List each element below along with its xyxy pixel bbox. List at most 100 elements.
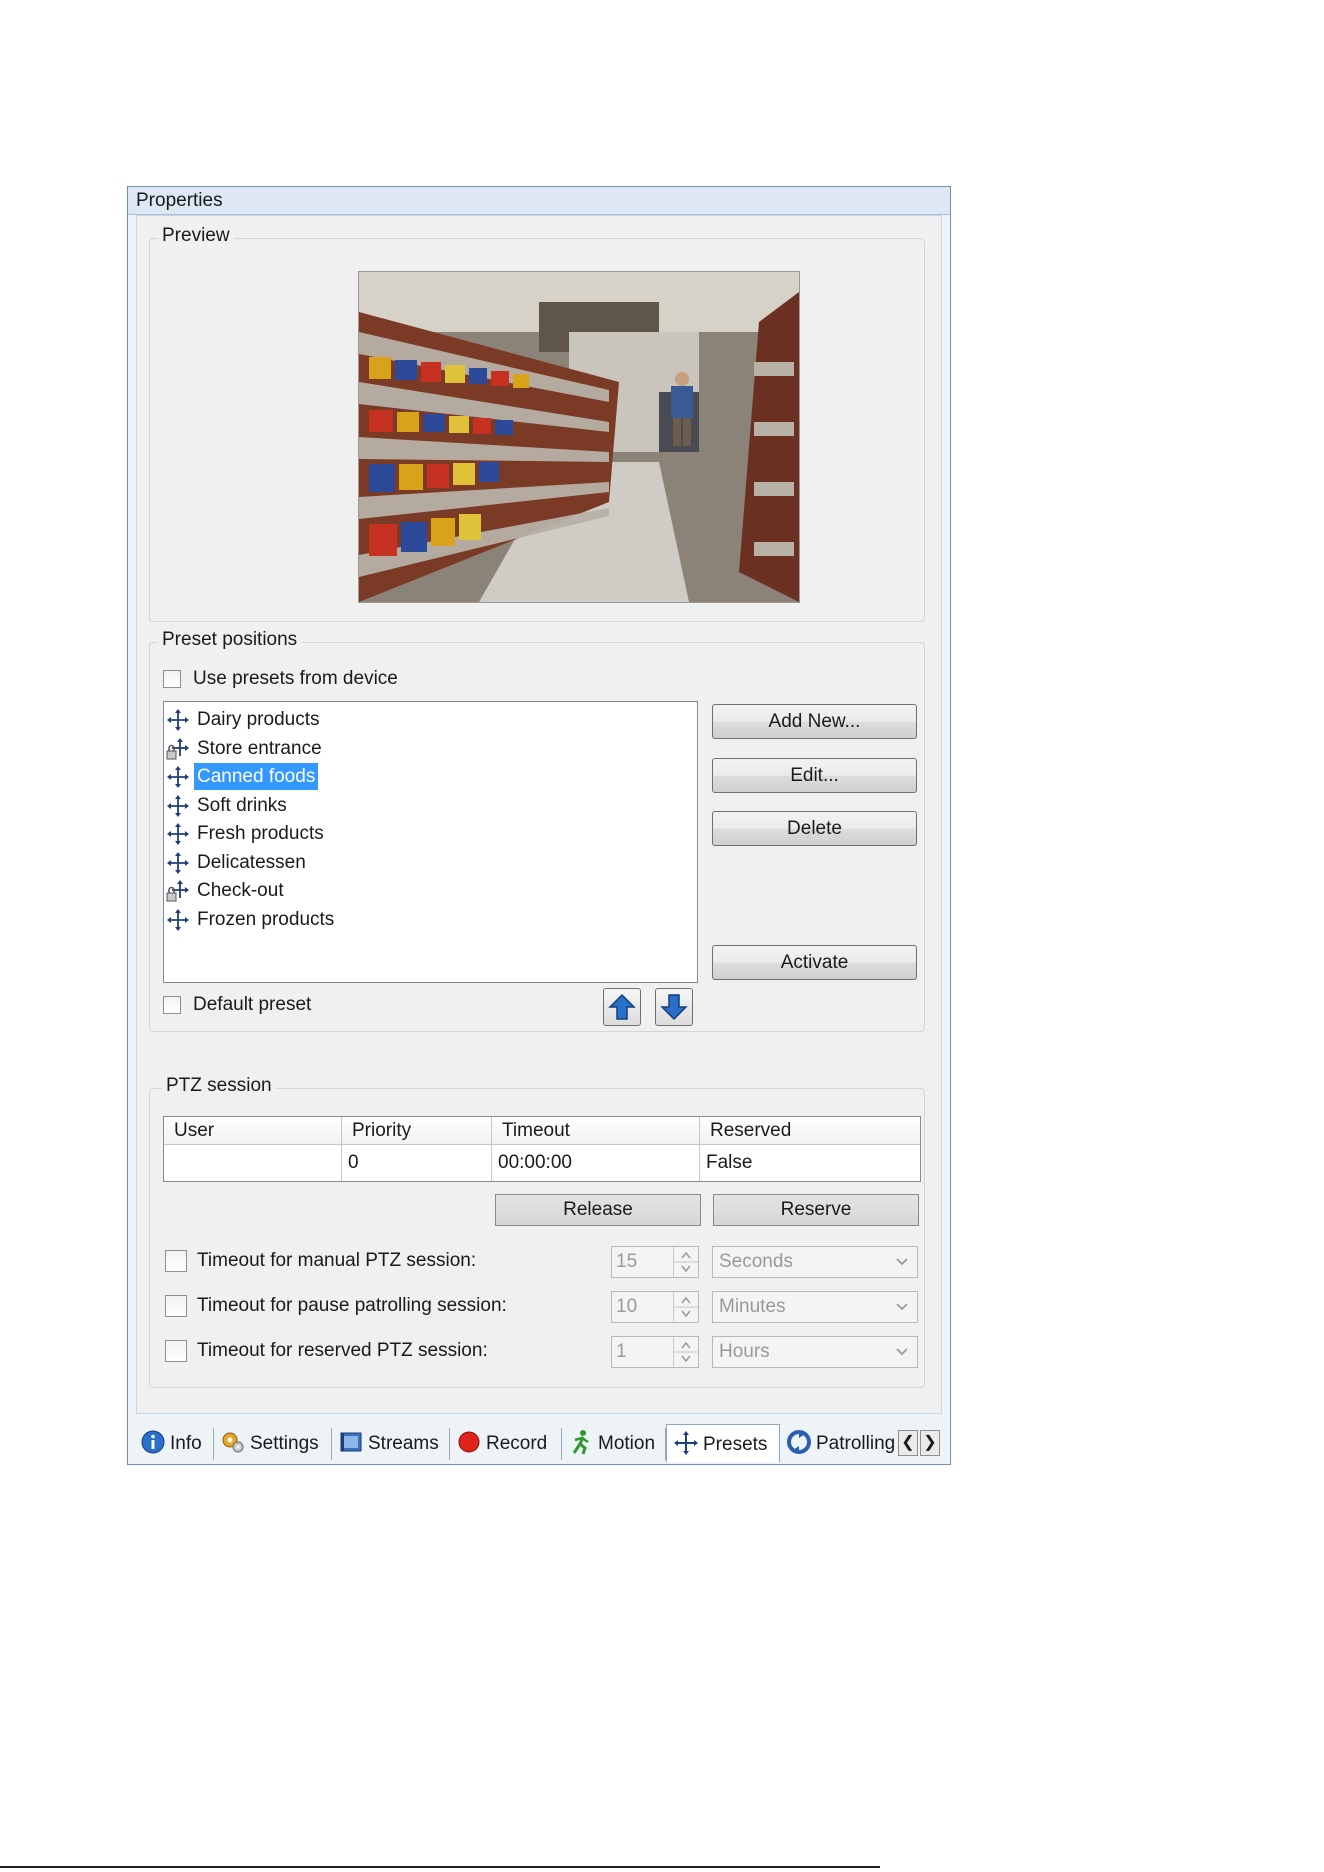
release-label: Release [563, 1199, 633, 1220]
tab-info[interactable]: Info [134, 1428, 214, 1460]
camera-preview-image [358, 271, 800, 603]
chevron-down-icon [896, 1348, 908, 1356]
default-preset-label: Default preset [193, 994, 312, 1015]
reserved-timeout-checkbox[interactable] [165, 1340, 187, 1362]
ptz-move-icon [166, 794, 190, 818]
tab-presets[interactable]: Presets [666, 1424, 780, 1462]
preset-list-item[interactable]: Fresh products [166, 820, 686, 847]
delete-button[interactable]: Delete [712, 811, 917, 846]
info-icon [140, 1429, 166, 1455]
preset-list-item-label: Delicatessen [197, 851, 306, 873]
page-bottom-rule [0, 1866, 880, 1868]
tab-patrolling-label: Patrolling [816, 1433, 896, 1454]
tabs-scroll-right-button[interactable]: ❯ [920, 1430, 940, 1456]
column-header-timeout[interactable]: Timeout [492, 1117, 700, 1145]
tab-settings[interactable]: Settings [214, 1428, 332, 1460]
properties-tabs: Info Settings Streams Record Motion Pres… [132, 1422, 946, 1462]
preset-list-item[interactable]: Frozen products [166, 906, 686, 933]
preset-list[interactable]: Dairy products Store entrance Canned foods… [163, 701, 698, 983]
settings-icon [220, 1429, 246, 1455]
presets-icon [673, 1430, 699, 1456]
ptz-locked-icon [166, 737, 190, 761]
preset-list-item[interactable]: Store entrance [166, 735, 686, 762]
tab-info-label: Info [170, 1433, 202, 1454]
motion-icon [568, 1429, 594, 1455]
reserved-timeout-spinner[interactable]: 1 [611, 1336, 699, 1368]
edit-button[interactable]: Edit... [712, 758, 917, 793]
tab-record-label: Record [486, 1433, 548, 1454]
cell-timeout: 00:00:00 [492, 1145, 700, 1181]
activate-label: Activate [780, 952, 849, 973]
move-up-button[interactable] [603, 988, 641, 1026]
reserved-timeout-unit-select[interactable]: Hours [712, 1336, 918, 1368]
arrow-up-icon [608, 993, 636, 1020]
manual-timeout-spinner[interactable]: 15 [611, 1246, 699, 1278]
ptz-move-icon [166, 765, 190, 789]
preset-list-item-label: Soft drinks [197, 794, 287, 816]
use-presets-checkbox[interactable] [163, 670, 181, 688]
manual-timeout-unit-select[interactable]: Seconds [712, 1246, 918, 1278]
pause-timeout-unit: Minutes [719, 1296, 786, 1317]
ptz-session-grid[interactable]: User Priority Timeout Reserved 0 00:00:0… [163, 1116, 921, 1182]
tab-motion-label: Motion [598, 1433, 656, 1454]
preview-label: Preview [158, 225, 234, 247]
column-header-user[interactable]: User [164, 1117, 342, 1145]
reserved-timeout-unit: Hours [719, 1341, 770, 1362]
preset-list-item[interactable]: Delicatessen [166, 849, 686, 876]
tab-presets-label: Presets [703, 1434, 768, 1455]
use-presets-label: Use presets from device [193, 668, 398, 689]
chevron-down-icon [896, 1258, 908, 1266]
tab-patrolling[interactable]: Patrolling [780, 1428, 898, 1460]
spinner-arrows-icon[interactable] [673, 1247, 698, 1277]
ptz-move-icon [166, 908, 190, 932]
preset-list-item-label: Canned foods [194, 763, 319, 790]
manual-timeout-label: Timeout for manual PTZ session: [197, 1250, 477, 1271]
release-button[interactable]: Release [495, 1194, 701, 1226]
preset-list-item[interactable]: Canned foods [166, 763, 686, 790]
ptz-session-label: PTZ session [162, 1075, 276, 1097]
patrolling-icon [786, 1429, 812, 1455]
preset-list-item[interactable]: Soft drinks [166, 792, 686, 819]
cell-user [164, 1145, 342, 1181]
record-icon [456, 1429, 482, 1455]
preset-positions-label: Preset positions [158, 629, 302, 651]
arrow-down-icon [660, 994, 688, 1021]
default-preset-checkbox[interactable] [163, 996, 181, 1014]
move-down-button[interactable] [655, 988, 693, 1026]
chevron-right-icon: ❯ [923, 1434, 937, 1451]
preset-list-item[interactable]: Dairy products [166, 706, 686, 733]
tab-streams[interactable]: Streams [332, 1428, 450, 1460]
preset-list-item[interactable]: Check-out [166, 877, 686, 904]
preset-list-item-label: Frozen products [197, 908, 335, 930]
pause-timeout-value: 10 [616, 1296, 638, 1317]
spinner-arrows-icon[interactable] [673, 1292, 698, 1322]
ptz-move-icon [166, 822, 190, 846]
ptz-locked-icon [166, 879, 190, 903]
preview-group: Preview [149, 225, 925, 622]
preset-list-item-label: Fresh products [197, 823, 324, 844]
reserve-label: Reserve [780, 1199, 852, 1220]
activate-button[interactable]: Activate [712, 945, 917, 980]
spinner-arrows-icon[interactable] [673, 1337, 698, 1367]
preset-list-item-label: Check-out [197, 880, 284, 901]
preset-list-item-label: Dairy products [197, 709, 320, 730]
ptz-move-icon [166, 851, 190, 875]
pause-timeout-spinner[interactable]: 10 [611, 1291, 699, 1323]
tabs-scroll-left-button[interactable]: ❮ [898, 1430, 918, 1456]
tab-motion[interactable]: Motion [562, 1428, 666, 1460]
reserved-timeout-label: Timeout for reserved PTZ session: [197, 1340, 488, 1361]
pause-timeout-unit-select[interactable]: Minutes [712, 1291, 918, 1323]
manual-timeout-unit: Seconds [719, 1251, 793, 1272]
add-new-button[interactable]: Add New... [712, 704, 917, 739]
pause-timeout-label: Timeout for pause patrolling session: [197, 1295, 507, 1316]
column-header-priority[interactable]: Priority [342, 1117, 492, 1145]
tab-settings-label: Settings [250, 1433, 319, 1454]
streams-icon [338, 1429, 364, 1455]
manual-timeout-checkbox[interactable] [165, 1250, 187, 1272]
column-header-reserved[interactable]: Reserved [700, 1117, 920, 1145]
reserve-button[interactable]: Reserve [713, 1194, 919, 1226]
tab-streams-label: Streams [368, 1433, 439, 1454]
window-title: Properties [128, 187, 950, 215]
pause-timeout-checkbox[interactable] [165, 1295, 187, 1317]
tab-record[interactable]: Record [450, 1428, 562, 1460]
